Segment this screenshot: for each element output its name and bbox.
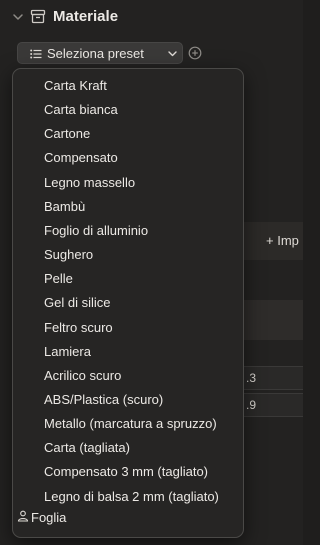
- background-row: [244, 300, 303, 340]
- menu-item[interactable]: Compensato 3 mm (tagliato): [44, 464, 208, 479]
- list-icon: [30, 49, 42, 59]
- menu-item[interactable]: Legno di balsa 2 mm (tagliato): [44, 489, 219, 504]
- menu-item[interactable]: Lamiera: [44, 344, 91, 359]
- section-title: Materiale: [53, 8, 119, 25]
- menu-item[interactable]: Legno massello: [44, 175, 135, 190]
- menu-item[interactable]: Carta bianca: [44, 102, 118, 117]
- menu-item[interactable]: Cartone: [44, 126, 90, 141]
- chevron-down-icon: [168, 51, 177, 57]
- select-preset-label: Seleziona preset: [47, 46, 144, 61]
- menu-item[interactable]: Foglio di alluminio: [44, 223, 148, 238]
- menu-item[interactable]: Gel di silice: [44, 295, 110, 310]
- menu-item[interactable]: Sughero: [44, 247, 93, 262]
- user-icon: [17, 510, 29, 522]
- menu-item[interactable]: Carta (tagliata): [44, 440, 130, 455]
- menu-item[interactable]: Carta Kraft: [44, 78, 107, 93]
- menu-item[interactable]: Acrilico scuro: [44, 368, 121, 383]
- value-text: .3: [246, 371, 257, 385]
- value-text: .9: [246, 398, 257, 412]
- select-preset-button[interactable]: Seleziona preset: [17, 42, 183, 64]
- menu-item[interactable]: Metallo (marcatura a spruzzo): [44, 416, 217, 431]
- section-header[interactable]: Materiale: [0, 0, 303, 34]
- menu-item[interactable]: ABS/Plastica (scuro): [44, 392, 163, 407]
- chevron-down-icon[interactable]: [12, 11, 24, 23]
- menu-item-foglia[interactable]: Foglia: [31, 510, 66, 525]
- menu-item[interactable]: Bambù: [44, 199, 85, 214]
- menu-item[interactable]: Compensato: [44, 150, 118, 165]
- archive-box-icon: [30, 9, 46, 24]
- menu-item[interactable]: Pelle: [44, 271, 73, 286]
- import-button[interactable]: + Imp: [266, 233, 299, 248]
- menu-item[interactable]: Feltro scuro: [44, 320, 113, 335]
- add-preset-icon[interactable]: [188, 46, 202, 60]
